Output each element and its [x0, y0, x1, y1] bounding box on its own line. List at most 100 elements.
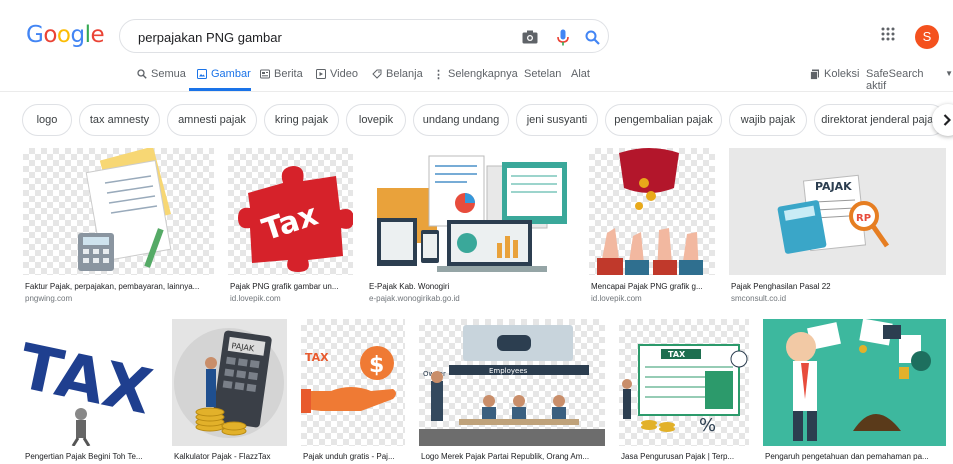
- chip-direktorat-jenderal-pajak[interactable]: direktorat jenderal pajak: [814, 104, 946, 136]
- image-result[interactable]: PAJAK Kalkulator Pajak - FlazzTax: [172, 319, 287, 464]
- thumbnail-text: Employees: [489, 367, 528, 375]
- chip-label: direktorat jenderal pajak: [821, 114, 939, 126]
- tab-belanja[interactable]: Belanja: [372, 68, 423, 92]
- chip-amnesti-pajak[interactable]: amnesti pajak: [167, 104, 257, 136]
- search-box[interactable]: [119, 19, 609, 53]
- apps-grid-icon[interactable]: [881, 27, 901, 47]
- tab-label: Selengkapnya: [448, 68, 518, 80]
- image-result[interactable]: TAX $ Pajak unduh gratis - Paj...: [301, 319, 405, 464]
- result-thumbnail[interactable]: [367, 148, 575, 275]
- image-result[interactable]: PAJAK RP Pajak Penghasilan Pasal 22 smco…: [729, 148, 946, 308]
- result-thumbnail[interactable]: PAJAK: [172, 319, 287, 446]
- search-input[interactable]: [138, 27, 518, 47]
- tab-alat[interactable]: Alat: [571, 68, 590, 92]
- result-thumbnail[interactable]: Tax: [228, 148, 353, 275]
- image-result[interactable]: TAX % Jasa Pengurusan Pajak | Terp...: [619, 319, 749, 464]
- chip-label: tax amnesty: [89, 114, 150, 126]
- chip-label: pengembalian pajak: [614, 114, 713, 126]
- result-caption[interactable]: Pajak Penghasilan Pasal 22: [731, 282, 945, 291]
- image-result[interactable]: Faktur Pajak, perpajakan, pembayaran, la…: [23, 148, 214, 308]
- svg-text:$: $: [369, 353, 384, 378]
- result-thumbnail[interactable]: TAX: [23, 319, 158, 446]
- image-result[interactable]: Mencapai Pajak PNG grafik g... id.lovepi…: [589, 148, 715, 308]
- result-thumbnail[interactable]: PAJAK RP: [729, 148, 946, 275]
- thumbnail-text: RP: [856, 213, 871, 224]
- tag-icon: [372, 69, 382, 79]
- image-icon: [197, 69, 207, 79]
- image-result[interactable]: Employees Owner Logo Merek Pajak Partai …: [419, 319, 605, 464]
- chip-wajib-pajak[interactable]: wajib pajak: [729, 104, 807, 136]
- thumbnail-text: TAX: [305, 351, 329, 364]
- chip-label: jeni susyanti: [526, 114, 588, 126]
- chip-label: kring pajak: [274, 114, 329, 126]
- result-thumbnail[interactable]: TAX %: [619, 319, 749, 446]
- chip-logo[interactable]: logo: [22, 104, 72, 136]
- google-logo[interactable]: Google: [26, 22, 105, 48]
- result-thumbnail[interactable]: [23, 148, 214, 275]
- image-result[interactable]: TAX Pengertian Pajak Begini Toh Te...: [23, 319, 158, 464]
- tab-label: Video: [330, 68, 358, 80]
- result-caption[interactable]: Pajak unduh gratis - Paj...: [303, 452, 405, 461]
- tab-setelan[interactable]: Setelan: [524, 68, 561, 92]
- chip-undang-undang[interactable]: undang undang: [413, 104, 509, 136]
- chip-kring-pajak[interactable]: kring pajak: [264, 104, 339, 136]
- koleksi-link[interactable]: Koleksi: [810, 68, 859, 92]
- chip-jeni-susyanti[interactable]: jeni susyanti: [516, 104, 598, 136]
- tab-semua[interactable]: Semua: [137, 68, 186, 92]
- result-thumbnail[interactable]: [589, 148, 715, 275]
- chip-label: amnesti pajak: [178, 114, 246, 126]
- result-domain: id.lovepik.com: [591, 294, 642, 303]
- logo-letter: o: [56, 22, 71, 48]
- chip-tax-amnesty[interactable]: tax amnesty: [79, 104, 160, 136]
- safesearch-toggle[interactable]: SafeSearch aktif ▼: [866, 68, 953, 92]
- caret-down-icon: ▼: [945, 69, 953, 78]
- divider: [0, 91, 953, 92]
- avatar[interactable]: S: [915, 25, 939, 49]
- thumbnail-text: PAJAK: [815, 180, 852, 193]
- chevron-right-icon: [943, 114, 951, 126]
- tab-label: Setelan: [524, 68, 562, 80]
- tab-label: Belanja: [386, 68, 423, 80]
- chip-lovepik[interactable]: lovepik: [346, 104, 406, 136]
- result-thumbnail[interactable]: Employees Owner: [419, 319, 605, 446]
- tab-selengkapnya[interactable]: ⋮ Selengkapnya: [433, 68, 518, 92]
- related-chips: logo tax amnesty amnesti pajak kring paj…: [0, 104, 953, 136]
- camera-icon[interactable]: [520, 27, 540, 47]
- result-domain: smconsult.co.id: [731, 294, 787, 303]
- thumbnail-text: TAX: [23, 329, 158, 428]
- result-caption[interactable]: E-Pajak Kab. Wonogiri: [369, 282, 574, 291]
- search-icon[interactable]: [582, 27, 602, 47]
- result-thumbnail[interactable]: TAX $: [301, 319, 405, 446]
- result-caption[interactable]: Faktur Pajak, perpajakan, pembayaran, la…: [25, 282, 214, 291]
- video-icon: [316, 69, 326, 79]
- tab-label: Semua: [151, 68, 186, 80]
- result-caption[interactable]: Pengaruh pengetahuan dan pemahaman pa...: [765, 452, 946, 461]
- logo-letter: G: [26, 22, 44, 48]
- more-vert-icon: ⋮: [433, 69, 444, 81]
- tab-label: Alat: [571, 68, 590, 80]
- microphone-icon[interactable]: [553, 27, 573, 47]
- image-result[interactable]: E-Pajak Kab. Wonogiri e-pajak.wonogirika…: [367, 148, 575, 308]
- logo-letter: o: [43, 22, 57, 48]
- tab-label: Berita: [274, 68, 303, 80]
- chip-label: logo: [36, 114, 58, 126]
- result-caption[interactable]: Logo Merek Pajak Partai Republik, Orang …: [421, 452, 605, 461]
- result-caption[interactable]: Jasa Pengurusan Pajak | Terp...: [621, 452, 749, 461]
- result-caption[interactable]: Mencapai Pajak PNG grafik g...: [591, 282, 715, 291]
- collection-icon: [810, 69, 819, 80]
- result-domain: id.lovepik.com: [230, 294, 281, 303]
- chip-label: undang undang: [422, 114, 500, 126]
- result-caption[interactable]: Kalkulator Pajak - FlazzTax: [174, 452, 287, 461]
- tab-label: SafeSearch aktif: [866, 68, 924, 92]
- image-result[interactable]: Pengaruh pengetahuan dan pemahaman pa...: [763, 319, 946, 464]
- result-caption[interactable]: Pengertian Pajak Begini Toh Te...: [25, 452, 158, 461]
- thumbnail-text: TAX: [668, 350, 686, 359]
- tab-video[interactable]: Video: [316, 68, 358, 92]
- chip-pengembalian-pajak[interactable]: pengembalian pajak: [605, 104, 722, 136]
- tab-label: Koleksi: [824, 68, 860, 80]
- chip-label: wajib pajak: [740, 114, 796, 126]
- result-caption[interactable]: Pajak PNG grafik gambar un...: [230, 282, 352, 291]
- result-thumbnail[interactable]: [763, 319, 946, 446]
- image-result[interactable]: Tax Pajak PNG grafik gambar un... id.lov…: [228, 148, 353, 308]
- tab-berita[interactable]: Berita: [260, 68, 303, 92]
